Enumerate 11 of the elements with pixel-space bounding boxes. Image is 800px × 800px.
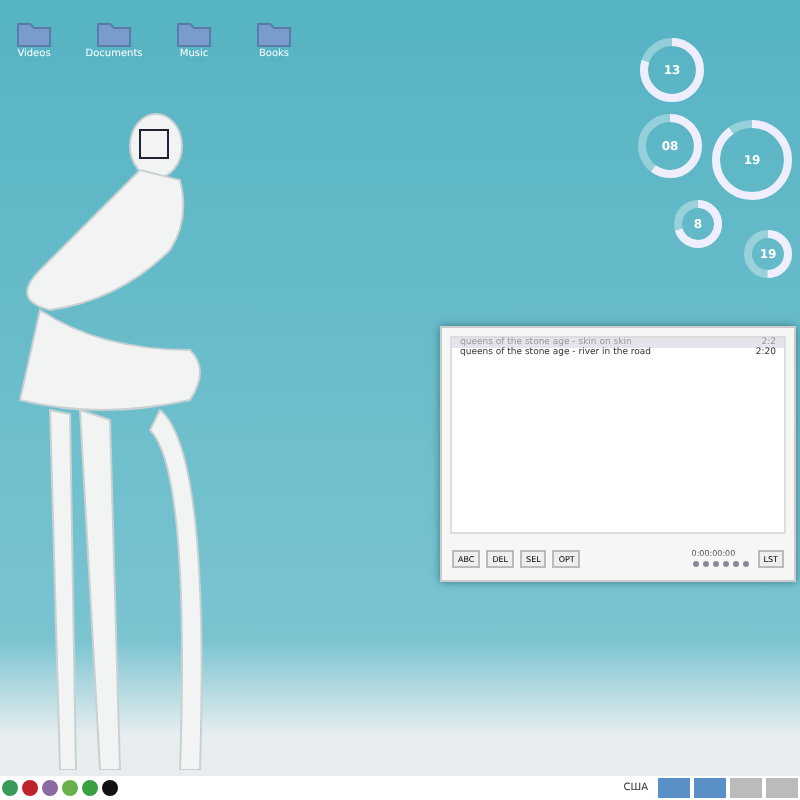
workspace-button[interactable] [766,778,798,798]
rating-icon [691,560,752,568]
workspace-button[interactable] [694,778,726,798]
app-icon[interactable] [102,780,118,796]
app-icon[interactable] [22,780,38,796]
workspace-button[interactable] [730,778,762,798]
folder-icon[interactable] [96,20,132,48]
workspace-button[interactable] [658,778,690,798]
folder-icon[interactable] [176,20,212,48]
folder-icon[interactable] [256,20,292,48]
folder-icon[interactable] [16,20,52,48]
